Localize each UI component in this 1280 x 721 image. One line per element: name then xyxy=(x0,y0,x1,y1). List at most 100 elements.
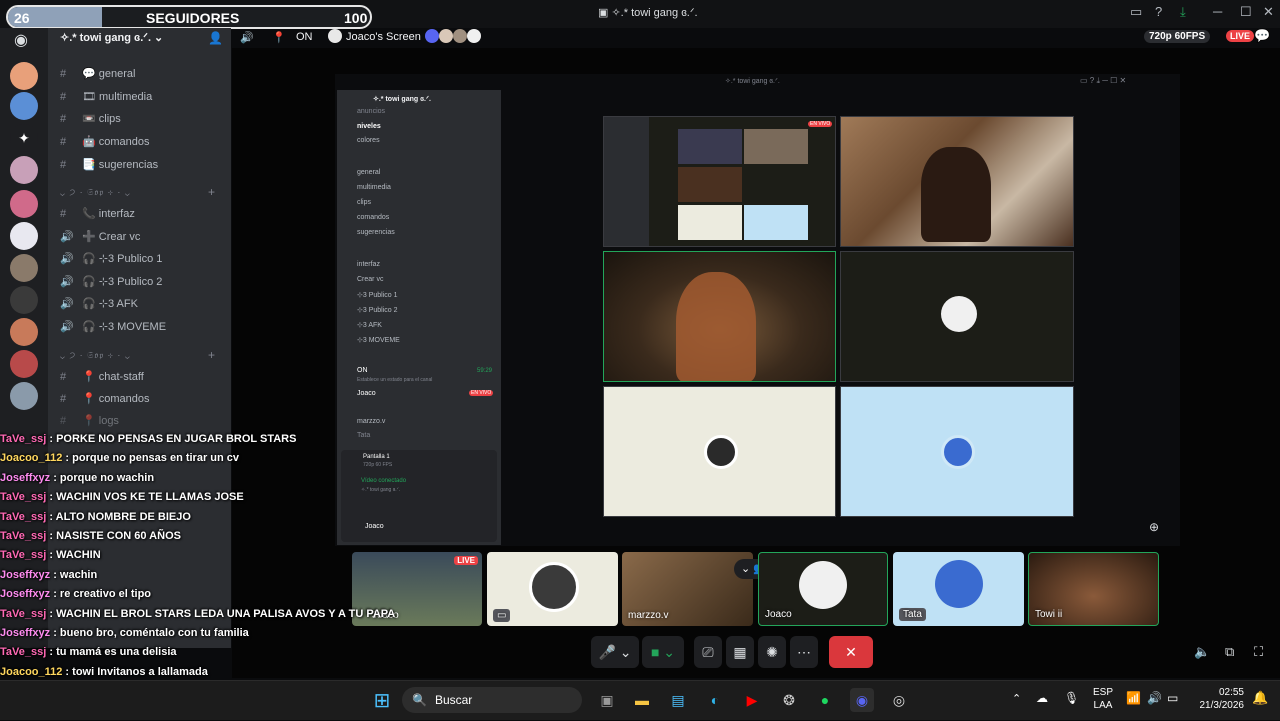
chat-text: re creativo el tipo xyxy=(59,588,152,601)
inbox-icon[interactable]: ▭ xyxy=(1130,4,1142,20)
participant-tile[interactable]: marzzo.v xyxy=(622,552,753,626)
store-icon[interactable]: ▤ xyxy=(666,688,690,712)
participant-tile[interactable]: Joaco xyxy=(758,552,888,626)
more-icon: ⋯ xyxy=(797,643,811,660)
category-header[interactable]: ⌄ ੭ · 𝔖𝔬𝔭 ⊹ · ⌄ xyxy=(60,350,131,361)
voice-channel-crear-vc[interactable]: 🔊 ➕ Crear vc xyxy=(60,230,140,243)
add-channel-icon[interactable]: + xyxy=(208,185,215,199)
zoom-icon[interactable]: ⊕ xyxy=(1149,520,1159,534)
language-indicator[interactable]: ESP LAA xyxy=(1093,686,1113,712)
battery-icon[interactable]: ▭ xyxy=(1167,691,1178,705)
avatar-tile[interactable] xyxy=(840,386,1074,517)
chat-username: Joseffxyz xyxy=(0,627,51,640)
spotify-icon[interactable]: ● xyxy=(813,688,837,712)
nested-screen-tile[interactable]: EN VIVO xyxy=(603,116,836,247)
participant-tile[interactable]: Towi ii xyxy=(1028,552,1159,626)
fullscreen-icon[interactable]: ⛶ xyxy=(1254,644,1263,660)
nested-tile xyxy=(744,205,808,240)
participant-tile[interactable]: ▭ xyxy=(487,552,618,626)
channel-interfaz[interactable]: # 📞 interfaz xyxy=(60,207,135,220)
channel-clips[interactable]: # 📼 clips xyxy=(60,112,121,125)
soundboard-icon: ✺ xyxy=(766,643,778,660)
taskbar-search[interactable]: 🔍 Buscar xyxy=(402,687,582,713)
chat-icon[interactable]: 💬 xyxy=(1254,28,1270,44)
channel-comandos-staff[interactable]: # 📍 comandos xyxy=(60,392,150,405)
camera-tile[interactable] xyxy=(840,116,1074,247)
voice-channel-afk[interactable]: 🔊 🎧 ⊹3 AFK xyxy=(60,297,138,310)
volume-tray-icon[interactable]: 🔊 xyxy=(1147,691,1162,705)
download-icon[interactable]: ⤓ xyxy=(1180,4,1186,20)
add-member-icon[interactable]: 👤 xyxy=(208,31,223,45)
avatar-tile[interactable] xyxy=(840,251,1074,382)
screen-share-button[interactable]: ⎚ xyxy=(694,636,722,668)
server-icon[interactable] xyxy=(10,318,38,346)
camera-tile-speaking[interactable] xyxy=(603,251,836,382)
discord-home-icon[interactable]: ◉ xyxy=(14,30,28,50)
clock[interactable]: 02:55 21/3/2026 xyxy=(1196,686,1245,712)
voice-channel-publico-2[interactable]: 🔊 🎧 ⊹3 Publico 2 xyxy=(60,275,162,288)
task-view-icon[interactable]: ▣ xyxy=(595,688,619,712)
server-icon[interactable] xyxy=(10,92,38,120)
leave-call-button[interactable]: ✕ xyxy=(829,636,873,668)
server-icon[interactable] xyxy=(10,350,38,378)
server-icon[interactable] xyxy=(10,190,38,218)
server-icon[interactable] xyxy=(10,254,38,282)
inner-vc-user: marzzo.v xyxy=(357,418,386,425)
mic-tray-icon[interactable]: 🎙 xyxy=(1064,691,1079,705)
sparkle-server-icon[interactable]: ✦ xyxy=(10,124,38,152)
avatar xyxy=(935,560,983,608)
popout-icon[interactable]: ⧉ xyxy=(1225,644,1234,660)
channel-general[interactable]: # 💬 general xyxy=(60,67,135,80)
edge-icon[interactable]: ◐ xyxy=(703,688,727,712)
chatgpt-icon[interactable]: ❂ xyxy=(777,688,801,712)
help-icon[interactable]: ? xyxy=(1155,4,1162,19)
camera-button[interactable]: ■ ⌄ xyxy=(642,636,684,668)
chat-separator: : xyxy=(46,549,57,562)
soundboard-button[interactable]: ✺ xyxy=(758,636,786,668)
tray-chevron-icon[interactable]: ⌃ xyxy=(1012,692,1021,705)
maximize-button[interactable]: ☐ xyxy=(1240,4,1252,20)
voice-channel-moveme[interactable]: 🔊 🎧 ⊹3 MOVEME xyxy=(60,320,166,333)
chat-message: Joacoo_112 : porque no pensas en tirar u… xyxy=(0,449,420,468)
inner-channel: multimedia xyxy=(357,184,391,191)
notification-icon[interactable]: 🔔 xyxy=(1252,690,1268,706)
server-name[interactable]: ✧.* towi gang ɞ.ᐟ. ⌄ xyxy=(60,31,163,44)
add-channel-icon[interactable]: + xyxy=(208,348,215,362)
avatar xyxy=(328,29,342,43)
microphone-button[interactable]: 🎤 ⌄ xyxy=(591,636,639,668)
channel-logs[interactable]: # 📍 logs xyxy=(60,414,119,427)
onedrive-icon[interactable]: ☁ xyxy=(1036,691,1048,705)
channel-multimedia[interactable]: # 🎞 multimedia xyxy=(60,90,152,103)
server-icon[interactable] xyxy=(10,382,38,410)
participant-tile[interactable]: Tata xyxy=(893,552,1024,626)
inner-channel: comandos xyxy=(357,214,390,221)
pin-icon: 📍 xyxy=(272,32,286,44)
obs-icon[interactable]: ◎ xyxy=(887,688,911,712)
screen-share-icon: ▭ xyxy=(493,609,511,622)
youtube-icon[interactable]: ▶ xyxy=(740,688,764,712)
voice-channel-publico-1[interactable]: 🔊 🎧 ⊹3 Publico 1 xyxy=(60,252,162,265)
server-icon[interactable] xyxy=(10,156,38,184)
discord-taskbar-icon[interactable]: ◉ xyxy=(850,688,874,712)
speaker-icon: 🔊 xyxy=(240,32,254,44)
participant-name: marzzo.v xyxy=(628,610,669,621)
wifi-icon[interactable]: 📶 xyxy=(1126,691,1141,705)
category-header[interactable]: ⌄ ੭ · 𝔖𝔬𝔭 ⊹ · ⌄ xyxy=(60,187,131,198)
windows-start-icon[interactable]: ⊞ xyxy=(370,688,394,712)
chat-username: TaVe_ssj xyxy=(0,433,47,445)
channel-sugerencias[interactable]: # 📑 sugerencias xyxy=(60,158,158,171)
chat-text: porque no wachin xyxy=(59,471,155,484)
file-explorer-icon[interactable]: ▬ xyxy=(630,688,654,712)
channel-comandos[interactable]: # 🤖 comandos xyxy=(60,135,150,148)
server-icon[interactable] xyxy=(10,62,38,90)
close-button[interactable]: ✕ xyxy=(1263,4,1274,20)
chat-message: TaVe_ssj : tu mamá es una delisia xyxy=(0,643,420,662)
activities-button[interactable]: ▦ xyxy=(726,636,754,668)
volume-icon[interactable]: 🔈 xyxy=(1194,644,1210,660)
minimize-button[interactable]: ─ xyxy=(1213,4,1222,19)
server-icon[interactable] xyxy=(10,222,38,250)
server-icon[interactable] xyxy=(10,286,38,314)
channel-chat-staff[interactable]: # 📍 chat-staff xyxy=(60,370,144,383)
avatar-tile[interactable] xyxy=(603,386,836,517)
more-button[interactable]: ⋯ xyxy=(790,636,818,668)
